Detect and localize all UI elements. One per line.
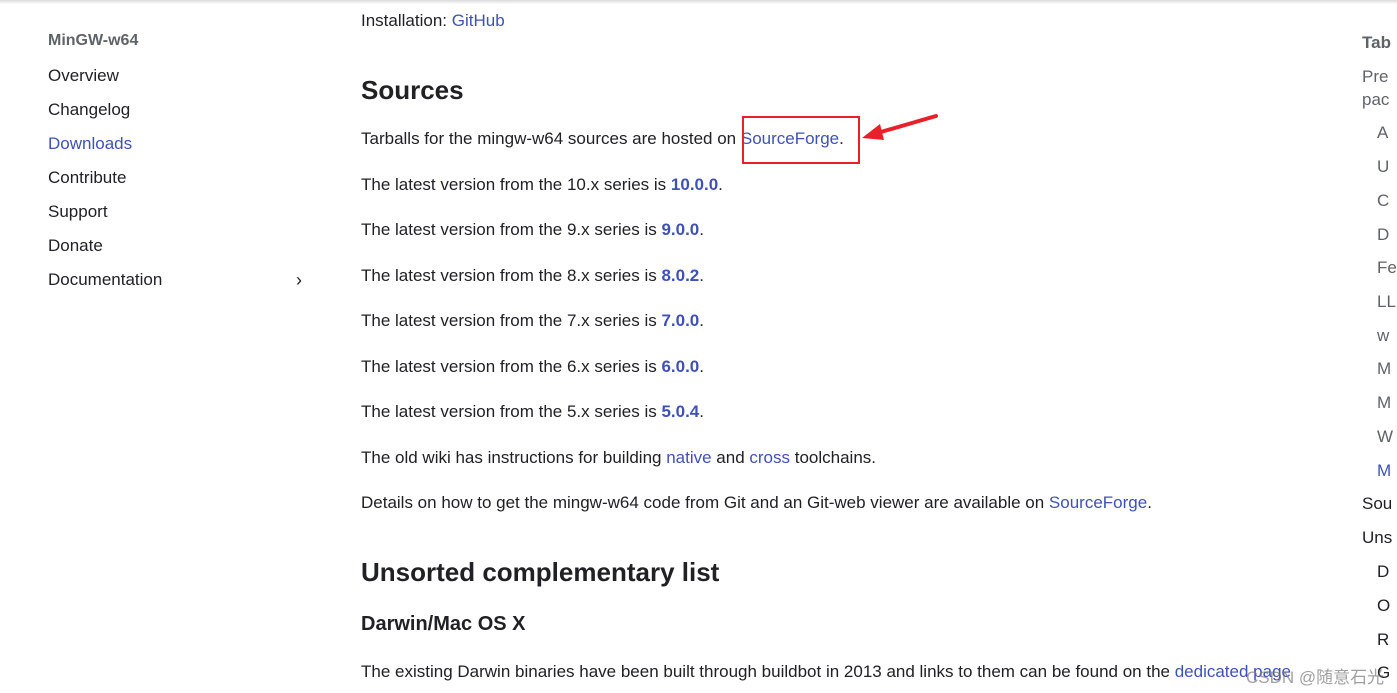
darwin-line: The existing Darwin binaries have been b… [361, 662, 1291, 682]
toc-item[interactable]: C [1377, 191, 1389, 211]
version-line: The latest version from the 8.x series i… [361, 266, 704, 285]
native-link[interactable]: native [666, 448, 711, 467]
version-line: The latest version from the 6.x series i… [361, 357, 704, 376]
unsorted-heading: Unsorted complementary list [361, 557, 720, 587]
toc-item[interactable]: D [1377, 562, 1389, 582]
toc-item[interactable]: U [1377, 157, 1389, 177]
version-text: The latest version from the 10.x series … [361, 175, 671, 194]
toc-text: Pre [1362, 67, 1389, 86]
sources-heading: Sources [361, 75, 464, 105]
chevron-right-icon[interactable]: › [296, 269, 302, 291]
version-line: The latest version from the 5.x series i… [361, 402, 704, 421]
toc-item[interactable]: w [1377, 326, 1389, 346]
wiki-text: The old wiki has instructions for buildi… [361, 448, 667, 467]
version-link[interactable]: 10.0.0 [671, 175, 718, 194]
version-text: The latest version from the 6.x series i… [361, 357, 662, 376]
version-line: The latest version from the 7.x series i… [361, 311, 704, 330]
sidebar-item-documentation[interactable]: Documentation › [48, 269, 308, 303]
installation-line: Installation: GitHub [361, 11, 505, 31]
wiki-and: and [711, 448, 750, 467]
left-sidebar: MinGW-w64 Overview Changelog Downloads C… [48, 32, 308, 303]
sidebar-item-donate[interactable]: Donate [48, 235, 308, 269]
installation-label: Installation: [361, 11, 452, 30]
darwin-text: The existing Darwin binaries have been b… [361, 662, 1175, 681]
tarballs-text: Tarballs for the mingw-w64 sources are h… [361, 129, 741, 148]
darwin-heading: Darwin/Mac OS X [361, 613, 526, 635]
annotation-arrow-icon [862, 114, 938, 140]
version-text: The latest version from the 5.x series i… [361, 402, 662, 421]
sourceforge-git-link[interactable]: SourceForge [1049, 493, 1147, 512]
version-link[interactable]: 9.0.0 [661, 220, 699, 239]
version-link[interactable]: 7.0.0 [661, 311, 699, 330]
version-line: The latest version from the 9.x series i… [361, 220, 704, 239]
watermark: CSDN @随意石光 [1246, 668, 1385, 687]
sidebar-item-support[interactable]: Support [48, 201, 308, 235]
version-link[interactable]: 6.0.0 [661, 357, 699, 376]
toc-item[interactable]: LL [1377, 292, 1396, 312]
toc-item[interactable]: W [1377, 427, 1393, 447]
toc-item[interactable]: M [1377, 393, 1391, 413]
version-text: The latest version from the 9.x series i… [361, 220, 662, 239]
version-line: The latest version from the 10.x series … [361, 175, 723, 194]
toc-item[interactable]: R [1377, 630, 1389, 650]
git-line: Details on how to get the mingw-w64 code… [361, 493, 1152, 512]
top-bar-shadow [0, 0, 1397, 4]
sidebar-item-downloads[interactable]: Downloads [48, 133, 308, 167]
wiki-line: The old wiki has instructions for buildi… [361, 448, 876, 468]
sidebar-item-contribute[interactable]: Contribute [48, 167, 308, 201]
sidebar-title: MinGW-w64 [48, 32, 139, 49]
git-text: Details on how to get the mingw-w64 code… [361, 493, 1049, 512]
toc-text: pac [1362, 90, 1390, 109]
toc-item[interactable]: A [1377, 123, 1388, 143]
wiki-post: toolchains. [790, 448, 877, 467]
version-link[interactable]: 8.0.2 [661, 266, 699, 285]
sidebar-item-overview[interactable]: Overview [48, 65, 308, 99]
version-text: The latest version from the 7.x series i… [361, 311, 662, 330]
sidebar-item-changelog[interactable]: Changelog [48, 99, 308, 133]
version-link[interactable]: 5.0.4 [661, 402, 699, 421]
toc-item[interactable]: Uns [1362, 528, 1392, 548]
toc-item-active[interactable]: M [1377, 461, 1391, 481]
cross-link[interactable]: cross [749, 448, 790, 467]
version-text: The latest version from the 8.x series i… [361, 266, 662, 285]
toc-item[interactable]: Sou [1362, 494, 1392, 514]
toc-title: Tab [1362, 33, 1391, 52]
github-link[interactable]: GitHub [452, 11, 505, 30]
sidebar-item-label: Documentation [48, 270, 163, 289]
toc-item[interactable]: O [1377, 596, 1390, 616]
toc-item[interactable]: M [1377, 359, 1391, 379]
toc-item[interactable]: D [1377, 225, 1389, 245]
annotation-highlight-box [742, 116, 860, 164]
toc-item[interactable]: Fe [1377, 258, 1397, 278]
